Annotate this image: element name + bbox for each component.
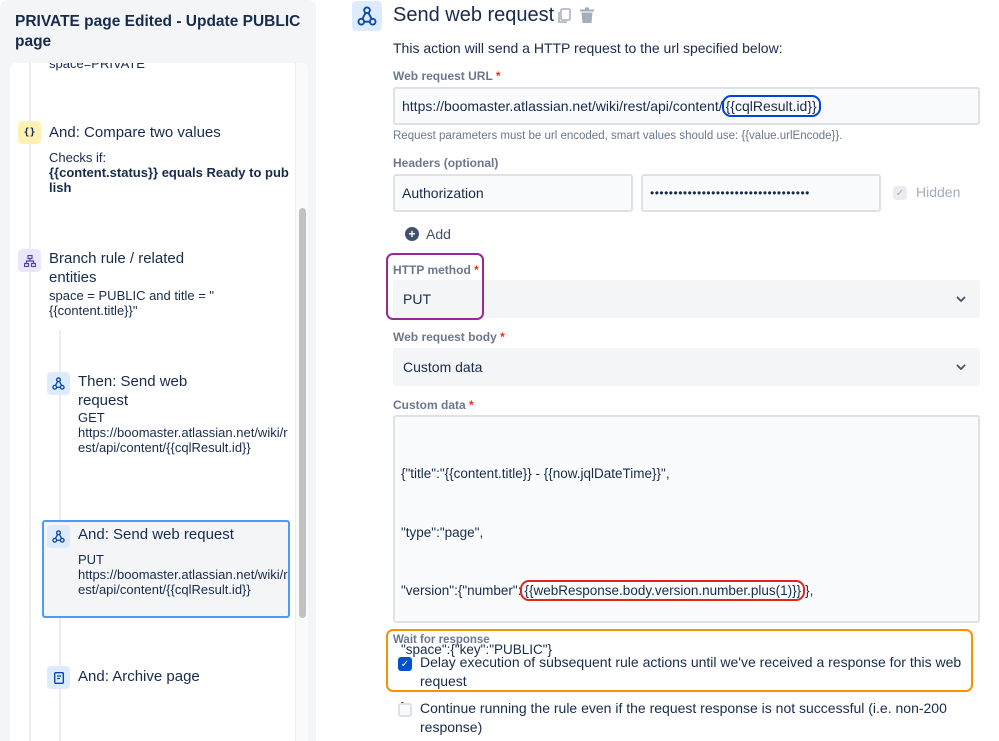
step-desc: Checks if: {{content.status}} equals Rea… [49,150,289,195]
copy-icon[interactable] [557,8,571,24]
custom-data-label-text: Custom data [393,398,466,412]
step-desc: space = PUBLIC and title = " {{content.t… [49,288,289,318]
version-smart-value-highlight: {{webResponse.body.version.number.plus(1… [520,580,806,601]
hidden-checkbox[interactable]: ✓ [893,186,907,200]
url-label-text: Web request URL [393,69,493,83]
url-label: Web request URL * [393,69,501,83]
url-smart-value-highlight: {{cqlResult.id}} [721,95,821,117]
rule-steps-list[interactable]: space=PRIVATE {} And: Compare two values… [10,63,308,741]
header-name-input[interactable]: Authorization [393,174,633,212]
webhook-icon [352,1,382,31]
body-type-label-text: Web request body [393,330,497,344]
required-mark: * [469,398,474,412]
step-method: GET [78,410,105,425]
step-url: https://boomaster.atlassian.net/wiki/res… [78,567,288,597]
body-type-label: Web request body * [393,330,505,344]
rule-step-send-web-request-put[interactable]: And: Send web request PUT https://boomas… [42,520,290,618]
page-icon [47,666,70,689]
step-desc-prefix: Checks if: [49,150,107,165]
url-helper-text: Request parameters must be url encoded, … [393,130,843,142]
wait-for-response-label: Wait for response [393,634,490,646]
step-desc-line: {{content.title}}" [49,303,138,318]
continue-on-error-checkbox[interactable] [398,703,412,717]
custom-data-label: Custom data * [393,398,474,412]
body-type-select[interactable]: Custom data [393,348,980,386]
delay-execution-checkbox[interactable]: ✓ [398,657,412,671]
step-title: And: Send web request [78,526,234,543]
rule-step-send-web-request-get[interactable]: Then: Send web request GET https://booma… [40,366,290,476]
step-url: https://boomaster.atlassian.net/wiki/res… [78,425,288,455]
custom-data-textarea[interactable]: {"title":"{{content.title}} - {{now.jqlD… [393,415,980,715]
required-mark: * [500,330,505,344]
hidden-label: Hidden [916,184,961,200]
code-line: "type":"page", [401,524,484,540]
step-title-line: Then: Send web [78,373,188,390]
branch-icon [18,249,41,272]
rule-sidebar: PRIVATE page Edited - Update PUBLIC page… [0,0,316,741]
chevron-down-icon [956,293,966,305]
url-value: https://boomaster.atlassian.net/wiki/res… [402,98,723,114]
step-desc-condition: {{content.status}} equals Ready to publi… [49,165,289,195]
step-title: And: Archive page [78,668,200,685]
scrollbar-thumb[interactable] [299,208,306,618]
code-fragment: "version":{"number": [401,583,522,598]
step-title: Then: Send web request [78,372,187,410]
chevron-down-icon [956,361,966,373]
http-method-highlight [386,253,484,320]
delay-execution-label: Delay execution of subsequent rule actio… [420,654,962,689]
step-title-line: request [78,392,129,409]
plus-icon: + [405,227,419,241]
required-mark: * [495,69,501,83]
action-description: This action will send a HTTP request to … [393,40,783,56]
webhook-icon [47,525,70,548]
trash-icon[interactable] [579,7,595,24]
add-header-button[interactable]: + Add [405,226,451,242]
rule-step-branch[interactable]: Branch rule / related entities space = P… [10,243,290,323]
url-input[interactable]: https://boomaster.atlassian.net/wiki/res… [393,87,980,125]
continue-on-error-label: Continue running the rule even if the re… [420,700,947,735]
rule-step-compare-values[interactable]: {} And: Compare two values Checks if: {{… [10,63,290,203]
header-value-input[interactable]: •••••••••••••••••••••••••••••••••• [641,174,881,212]
braces-icon: {} [18,121,41,144]
step-title-line: Branch rule / related [49,250,185,267]
step-title: And: Compare two values [49,124,221,141]
action-title: Send web request [393,4,555,26]
code-fragment: }, [805,583,814,598]
code-line: "version":{"number": {{webResponse.body.v… [401,580,972,601]
step-desc: GET https://boomaster.atlassian.net/wiki… [78,410,288,455]
step-title-line: entities [49,269,97,286]
step-desc-line: space = PUBLIC and title = " [49,288,215,303]
add-label: Add [426,226,451,242]
body-type-value: Custom data [403,359,483,375]
step-desc: PUT https://boomaster.atlassian.net/wiki… [78,552,288,597]
step-method: PUT [78,552,104,567]
webhook-icon [47,372,70,395]
rule-step-archive-page[interactable]: And: Archive page [40,663,290,693]
headers-label: Headers (optional) [393,156,499,170]
step-title: Branch rule / related entities [49,249,249,287]
rule-title: PRIVATE page Edited - Update PUBLIC page [15,13,301,50]
code-line: {"title":"{{content.title}} - {{now.jqlD… [401,466,670,481]
